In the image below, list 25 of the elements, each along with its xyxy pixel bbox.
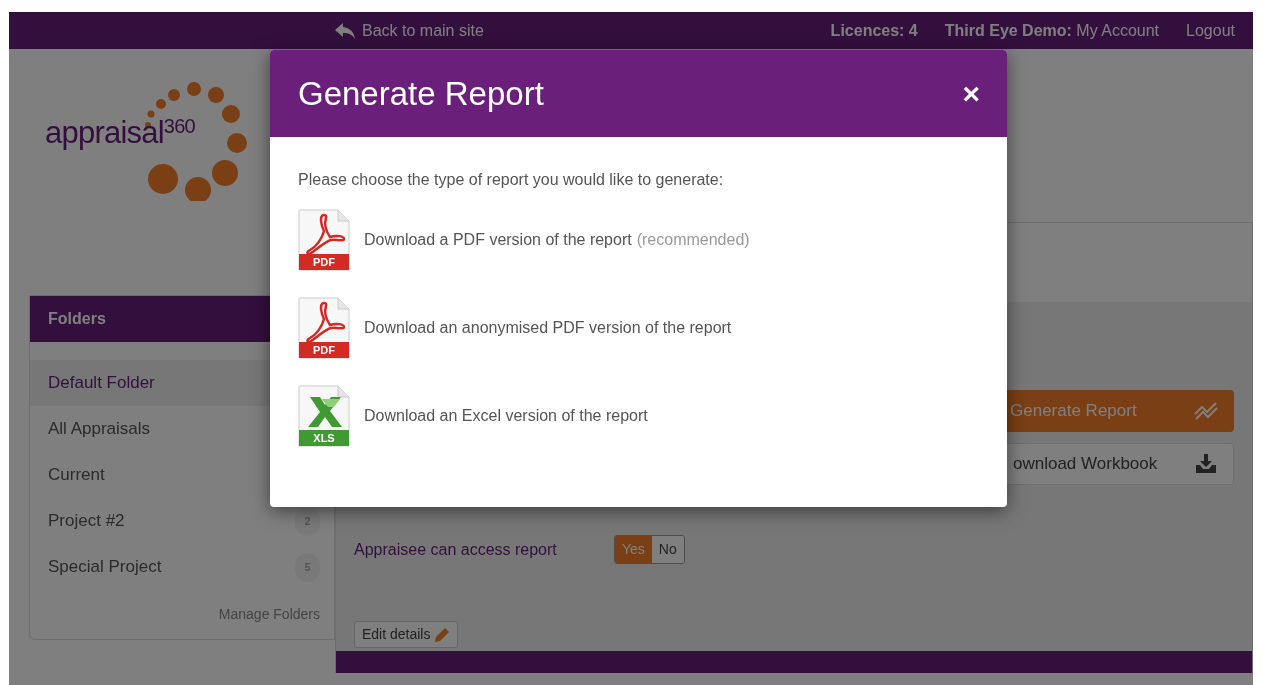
dialog-title: Generate Report xyxy=(298,73,544,114)
logo-text: appraisal$^{360}$ xyxy=(45,117,195,148)
access-label: Appraisee can access report xyxy=(354,539,558,560)
file-type-label: XLS xyxy=(312,431,336,446)
logout-link[interactable]: Logout xyxy=(1186,18,1235,43)
download-option-link[interactable]: Download a PDF version of the report (recommended) xyxy=(364,228,750,252)
pdf-file-icon[interactable] xyxy=(298,297,350,359)
pdf-file-icon[interactable] xyxy=(298,209,350,271)
manage-folders-link[interactable]: Manage Folders xyxy=(218,604,320,625)
dialog-prompt: Please choose the type of report you would like to generate: xyxy=(298,170,725,190)
file-type-label: PDF xyxy=(312,255,336,270)
pencil-icon xyxy=(434,626,451,643)
licences-count: Licences: 4 xyxy=(830,20,918,41)
spreadsheet-file-icon[interactable] xyxy=(298,385,350,447)
reply-arrow-icon xyxy=(334,21,356,40)
yes-no-toggle[interactable]: Yes No xyxy=(614,535,685,564)
download-option-link[interactable]: Download an Excel version of the report xyxy=(364,404,648,428)
download-icon xyxy=(1195,454,1217,474)
trend-lines-icon xyxy=(1194,402,1218,420)
back-link[interactable]: Back to main site xyxy=(334,18,484,43)
download-option-link[interactable]: Download an anonymised PDF version of the report xyxy=(364,316,732,340)
close-button[interactable]: × xyxy=(962,78,980,109)
account-link[interactable]: Third Eye Demo: My Account xyxy=(944,18,1160,43)
edit-details-button[interactable]: Edit details xyxy=(354,621,459,648)
file-type-label: PDF xyxy=(312,343,336,358)
